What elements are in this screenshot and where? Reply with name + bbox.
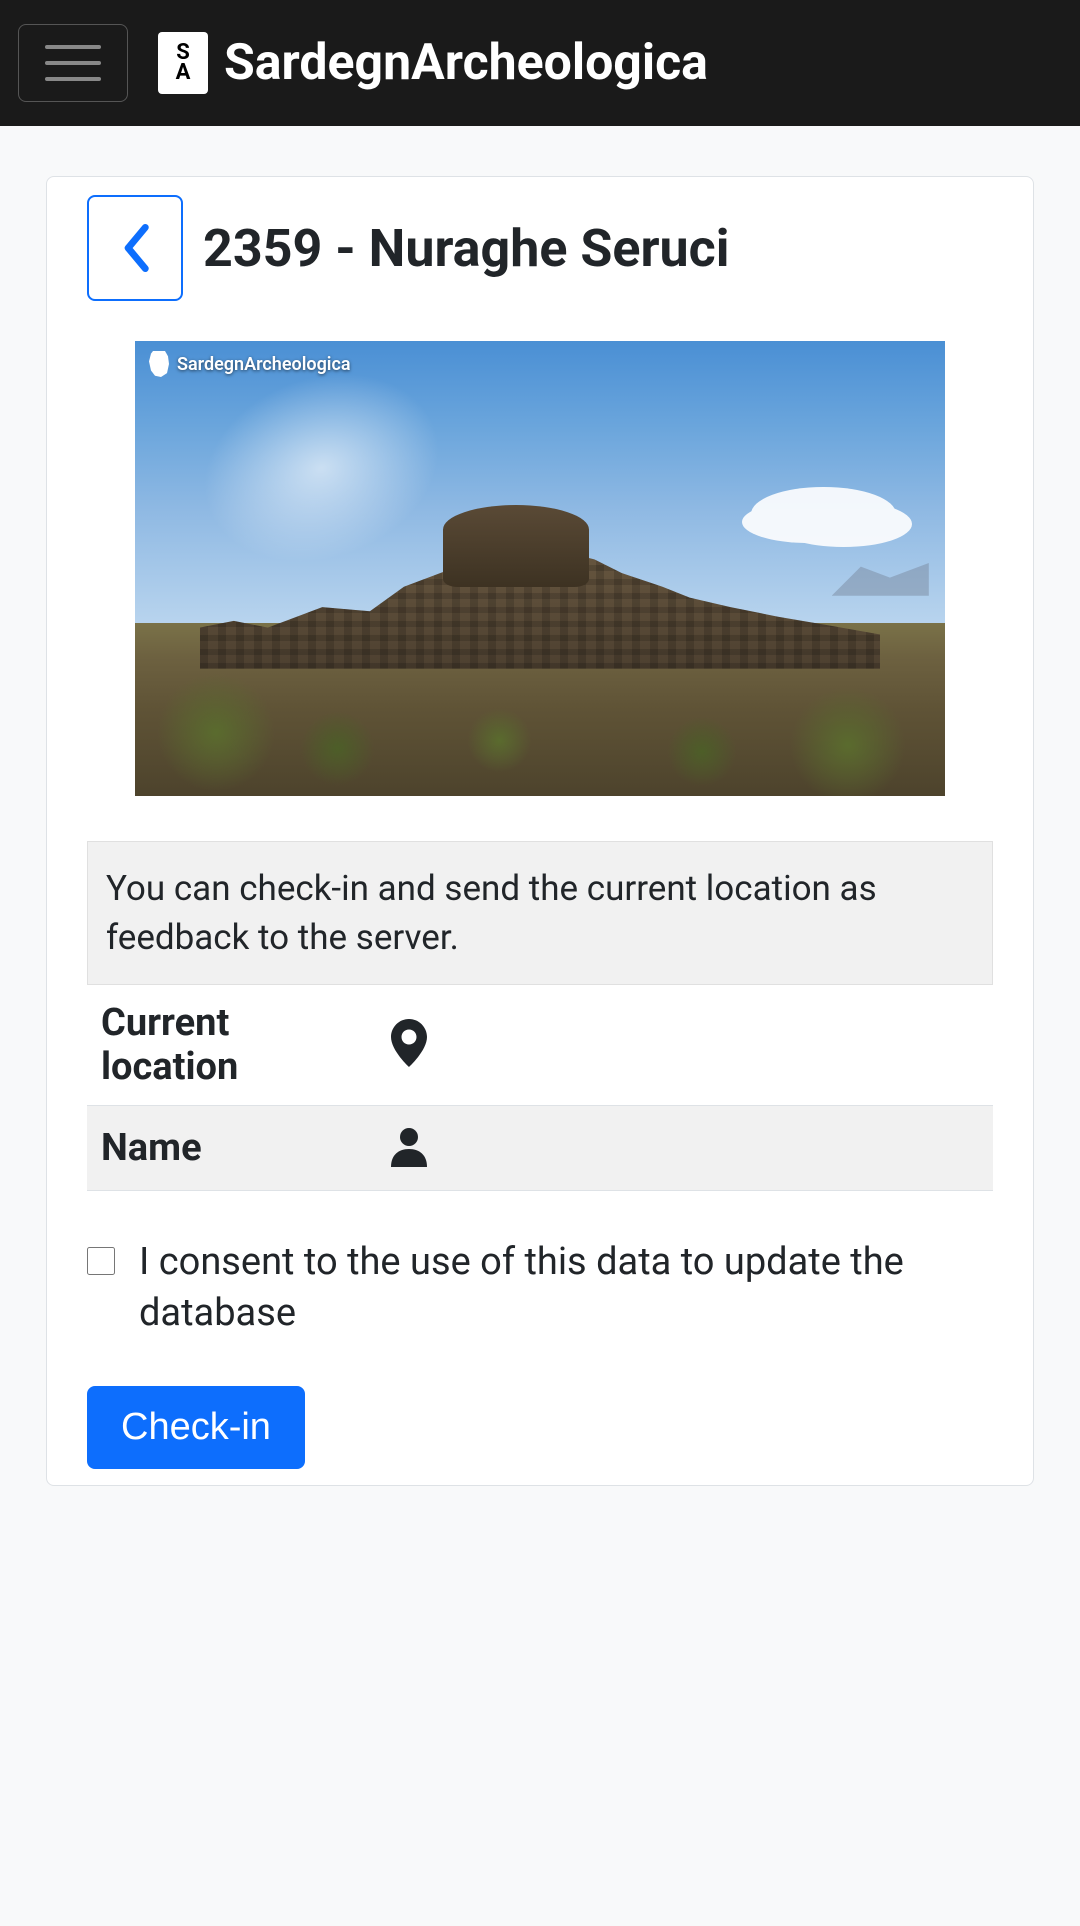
title-row: 2359 - Nuraghe Seruci [87, 195, 993, 301]
hamburger-icon [45, 45, 101, 49]
image-watermark: SardegnArcheologica [149, 351, 351, 377]
current-location-value [377, 985, 993, 1106]
checkin-button[interactable]: Check-in [87, 1386, 305, 1469]
table-row-current-location: Current location [87, 985, 993, 1106]
navbar: S A SardegnArcheologica [0, 0, 1080, 126]
consent-checkbox[interactable] [87, 1247, 115, 1275]
brand-link[interactable]: S A SardegnArcheologica [158, 32, 708, 94]
consent-row: I consent to the use of this data to upd… [87, 1191, 993, 1386]
brand-text: SardegnArcheologica [224, 34, 708, 92]
watermark-logo-icon [149, 351, 169, 377]
site-photo: SardegnArcheologica [135, 341, 945, 796]
map-marker-icon [391, 1052, 427, 1071]
brand-logo-icon: S A [158, 32, 208, 94]
hamburger-icon [45, 61, 101, 65]
chevron-left-icon [120, 224, 150, 272]
back-button[interactable] [87, 195, 183, 301]
watermark-text: SardegnArcheologica [177, 354, 351, 375]
table-row-name: Name [87, 1106, 993, 1191]
current-location-label: Current location [87, 985, 377, 1106]
checkin-info-text: You can check-in and send the current lo… [87, 841, 993, 985]
name-label: Name [87, 1106, 377, 1191]
consent-label[interactable]: I consent to the use of this data to upd… [139, 1237, 993, 1340]
hamburger-icon [45, 77, 101, 81]
name-value [377, 1106, 993, 1191]
location-data-table: Current location Name [87, 985, 993, 1191]
page-title: 2359 - Nuraghe Seruci [203, 218, 729, 279]
hamburger-menu-button[interactable] [18, 24, 128, 102]
main-container: 2359 - Nuraghe Seruci SardegnArcheologic… [0, 126, 1080, 1536]
checkin-card: 2359 - Nuraghe Seruci SardegnArcheologic… [46, 176, 1034, 1486]
user-icon [391, 1155, 427, 1174]
